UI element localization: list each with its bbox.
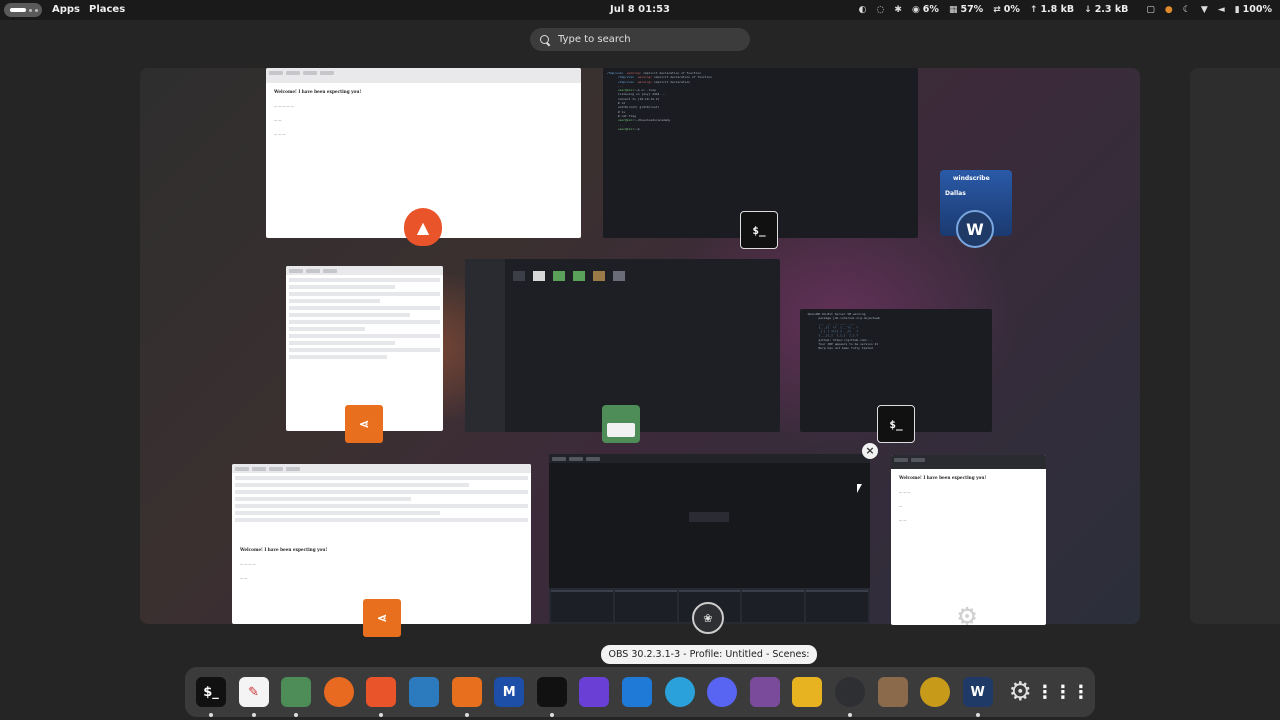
page-heading: Welcome! I have been expecting you! [899,475,987,480]
page-heading: Welcome! I have been expecting you! [274,89,362,94]
dock-item-settings[interactable]: ⚙ [1003,675,1037,709]
windscribe-location: Dallas [945,190,966,197]
maltego-icon: M [494,677,525,707]
running-indicator [464,713,469,717]
running-indicator [847,713,852,717]
burp-suite-icon [536,677,567,707]
dock-item-vscode[interactable] [620,675,654,709]
dock-item-telegram[interactable] [663,675,697,709]
text-editor-icon: ✎ [238,677,269,707]
cpu-icon: ◉ [911,5,920,15]
windscribe-brand: windscribe [953,175,990,182]
system-tray[interactable]: ◐ ◌ ✱ ◉ 6% ▦ 57% ⇄ 0% ↑ 1.8 kB ↓ 2.3 kB ▢ ● ☾… [859,0,1272,20]
net-up-indicator[interactable]: ↑ 1.8 kB [1030,0,1074,20]
running-indicator [975,713,980,717]
dock-item-maltego[interactable]: M [492,675,526,709]
dock-item-obs-studio[interactable] [833,675,867,717]
tor-browser-icon [749,677,780,707]
running-indicator [294,713,299,717]
radial-app-icon [920,677,951,707]
page-heading: Welcome! I have been expecting you! [240,547,328,552]
dock-item-text-editor[interactable]: ✎ [237,675,271,717]
volume-icon[interactable]: ◄ [1218,0,1225,20]
burp-suite-icon: ⋖ [363,599,401,637]
running-indicator [209,713,213,717]
memory-indicator[interactable]: ▦ 57% [949,0,983,20]
running-indicator [379,713,384,717]
close-window-button[interactable]: × [862,443,878,459]
dock-item-files[interactable] [279,675,313,717]
terminal-icon: $_ [877,405,915,443]
brave-icon: ▲ [404,208,442,246]
vpn-icon[interactable]: ◐ [859,0,867,20]
cpu-indicator[interactable]: ◉ 6% [912,0,939,20]
virtual-machine-manager-icon [792,677,823,707]
firefox-icon [323,677,354,707]
battery-indicator[interactable]: ▮ 100% [1235,0,1272,20]
files-icon [281,677,312,707]
dock-item-discord[interactable] [705,675,739,709]
dock-item-terminal[interactable]: $_ [194,675,228,717]
clipboard-icon[interactable]: ▢ [1146,0,1155,20]
burp-suite-icon: ⋖ [345,405,383,443]
dock-item-wireshark[interactable] [407,675,441,709]
bluetooth-icon[interactable]: ✱ [894,0,902,20]
net-down-indicator[interactable]: ↓ 2.3 kB [1084,0,1128,20]
vscode-icon [621,677,652,707]
search-icon [540,34,550,45]
swap-indicator[interactable]: ⇄ 0% [993,0,1020,20]
dock-item-burp-pro[interactable] [577,675,611,709]
obs-studio-icon [834,677,865,707]
upload-icon: ↑ [1029,5,1038,15]
files-icon [602,405,640,443]
mouse-cursor [857,484,862,493]
dock-item-radial-app[interactable] [918,675,952,709]
telegram-icon [664,677,695,707]
download-icon: ↓ [1084,5,1092,15]
brave-icon [366,677,397,707]
memory-icon: ▦ [948,5,958,15]
running-indicator [549,713,554,717]
swap-icon: ⇄ [993,5,1001,15]
dock-item-windscribe[interactable]: W [961,675,995,717]
dock-item-firefox[interactable] [322,675,356,709]
burp-pro-icon [579,677,610,707]
night-light-icon[interactable]: ☾ [1183,0,1191,20]
terminal-icon: $_ [740,211,778,249]
dock-item-show-apps[interactable]: ⋮⋮⋮ [1036,675,1090,709]
running-indicator [251,713,256,717]
dock-item-burp-suite[interactable] [535,675,569,717]
terminal-icon: $_ [196,677,226,707]
show-apps-icon: ⋮⋮⋮ [1036,677,1090,707]
search-placeholder: Type to search [558,34,631,45]
update-icon[interactable]: ◌ [877,0,885,20]
top-bar: Apps Places Jul 8 01:53 ◐ ◌ ✱ ◉ 6% ▦ 57% ⇄… [0,0,1280,20]
wifi-icon[interactable]: ▼ [1201,0,1208,20]
window-title-tooltip: OBS 30.2.3.1-3 - Profile: Untitled - Sce… [601,645,817,679]
dock-item-burp-suite-ce[interactable] [450,675,484,717]
settings-icon: ⚙ [957,597,977,633]
portrait-app-icon [877,677,908,707]
obs-icon: ❀ [692,602,724,634]
dock-item-virtual-machine-manager[interactable] [790,675,824,709]
wireshark-icon [408,677,439,707]
windscribe-icon: W [956,210,994,248]
search-input[interactable]: Type to search [530,28,750,51]
dock-item-brave[interactable] [364,675,398,717]
settings-icon: ⚙ [1008,677,1032,707]
battery-icon: ▮ [1234,5,1240,15]
discord-icon [707,677,738,707]
dock-item-portrait-app[interactable] [876,675,910,709]
dock: $_ ✎ M W ⚙ ⋮⋮⋮ [185,667,1095,717]
window-obs[interactable] [549,454,870,624]
dock-item-tor-browser[interactable] [748,675,782,709]
windscribe-icon: W [962,677,993,707]
next-workspace-preview[interactable] [1190,68,1280,624]
burp-suite-ce-icon [451,677,482,707]
microphone-icon[interactable]: ● [1165,0,1173,20]
